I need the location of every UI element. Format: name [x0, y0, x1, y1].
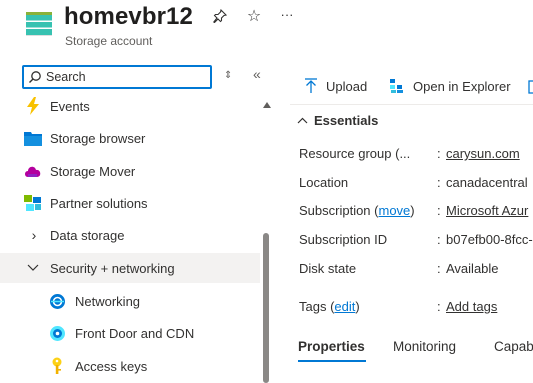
storage-account-icon — [26, 12, 52, 36]
partner-solutions-icon — [24, 194, 42, 212]
sidebar-item-label: Access keys — [75, 358, 148, 374]
sidebar-item-networking[interactable]: Networking — [0, 286, 260, 316]
sidebar-item-storage-mover[interactable]: Storage Mover — [0, 156, 260, 186]
essentials-key: Subscription (move) — [299, 203, 415, 218]
add-tags-link[interactable]: Add tags — [446, 299, 497, 314]
sidebar-item-label: Networking — [75, 293, 141, 309]
tab-properties[interactable]: Properties — [298, 339, 365, 354]
favorite-button[interactable]: ☆ — [244, 6, 264, 26]
edit-tags-link[interactable]: edit — [334, 299, 355, 314]
sidebar-item-label: Data storage — [50, 227, 125, 243]
essentials-row-disk-state: Disk state : Available — [299, 261, 533, 281]
location-value: canadacentral — [446, 175, 528, 190]
upload-icon — [305, 78, 317, 93]
subscription-link[interactable]: Microsoft Azur — [446, 203, 528, 218]
essentials-key: Tags (edit) — [299, 299, 360, 314]
collapse-sidebar-button[interactable]: « — [253, 66, 261, 82]
star-icon: ☆ — [246, 8, 262, 25]
subscription-key-suffix: ) — [410, 203, 415, 218]
essentials-row-location: Location : canadacentral — [299, 175, 533, 195]
sidebar-item-label: Storage Mover — [50, 163, 136, 179]
pin-icon — [213, 9, 227, 23]
networking-icon — [48, 292, 66, 310]
search-input[interactable]: Search — [22, 65, 212, 89]
sort-toggle-button[interactable]: ⇕ — [224, 67, 232, 81]
colon: : — [437, 146, 441, 161]
upload-label: Upload — [326, 78, 368, 94]
lightning-icon — [24, 97, 42, 115]
storage-explorer-icon — [390, 79, 403, 93]
disk-state-value: Available — [446, 261, 499, 276]
up-down-icon: ⇕ — [224, 70, 233, 81]
search-placeholder: Search — [46, 70, 86, 84]
upload-button[interactable]: Upload — [304, 78, 367, 94]
chevron-right-icon: › — [31, 227, 37, 243]
search-icon — [29, 71, 41, 83]
active-tab-indicator — [298, 360, 366, 362]
colon: : — [437, 175, 441, 190]
chevron-up-icon — [297, 117, 308, 124]
essentials-row-subscription-id: Subscription ID : b07efb00-8fcc- — [299, 232, 533, 252]
essentials-key: Location — [299, 175, 349, 190]
more-button[interactable]: ··· — [277, 4, 297, 24]
key-icon — [48, 357, 66, 375]
essentials-key: Resource group (... — [299, 146, 411, 161]
sidebar-item-label: Front Door and CDN — [75, 325, 195, 341]
page-title: homevbr12 — [64, 3, 193, 30]
colon: : — [437, 299, 441, 314]
subscription-key-text: Subscription ( — [299, 203, 379, 218]
resource-header: homevbr12 Storage account ☆ ··· — [0, 0, 533, 58]
colon: : — [437, 203, 441, 218]
colon: : — [437, 261, 441, 276]
sidebar-item-label: Storage browser — [50, 130, 146, 146]
page-subtitle: Storage account — [65, 34, 153, 48]
sidebar-item-partner-solutions[interactable]: Partner solutions — [0, 188, 260, 218]
toolbar-overflow-icon[interactable] — [528, 80, 533, 94]
sidebar-scrollbar[interactable] — [263, 233, 269, 383]
scroll-up-button[interactable] — [263, 102, 271, 108]
sidebar-item-label: Partner solutions — [50, 195, 148, 211]
colon: : — [437, 232, 441, 247]
sidebar-item-front-door[interactable]: Front Door and CDN — [0, 318, 260, 348]
essentials-row-subscription: Subscription (move) : Microsoft Azur — [299, 203, 533, 223]
sidebar-item-label: Events — [50, 98, 90, 114]
essentials-heading: Essentials — [314, 113, 379, 128]
tags-key-text: Tags ( — [299, 299, 335, 314]
open-in-explorer-button[interactable]: Open in Explorer — [389, 78, 511, 94]
subscription-id-value: b07efb00-8fcc- — [446, 232, 533, 247]
sidebar-item-storage-browser[interactable]: Storage browser — [0, 123, 260, 153]
tab-monitoring[interactable]: Monitoring — [393, 339, 456, 354]
essentials-row-resource-group: Resource group (... : carysun.com — [299, 146, 533, 166]
sidebar-item-data-storage[interactable]: › Data storage — [0, 220, 260, 250]
sidebar-item-events[interactable]: Events — [0, 91, 260, 121]
resource-group-link[interactable]: carysun.com — [446, 146, 520, 161]
pin-button[interactable] — [210, 6, 230, 26]
move-subscription-link[interactable]: move — [378, 203, 410, 218]
sidebar-item-access-keys[interactable]: Access keys — [0, 351, 260, 381]
toolbar-divider — [290, 104, 533, 105]
chevron-down-icon — [24, 259, 42, 277]
double-chevron-left-icon: « — [253, 66, 261, 82]
tags-key-suffix: ) — [355, 299, 360, 314]
open-in-explorer-label: Open in Explorer — [413, 78, 511, 94]
essentials-row-tags: Tags (edit) : Add tags — [299, 299, 533, 319]
essentials-key: Disk state — [299, 261, 357, 276]
essentials-toggle[interactable]: Essentials — [297, 113, 378, 128]
cloud-icon — [24, 162, 42, 180]
tab-capabilities[interactable]: Capab — [494, 339, 533, 354]
essentials-key: Subscription ID — [299, 232, 388, 247]
sidebar-item-security-networking[interactable]: Security + networking — [0, 253, 260, 283]
sidebar-item-label: Security + networking — [50, 260, 175, 276]
front-door-icon — [48, 324, 66, 342]
more-icon: ··· — [280, 6, 294, 22]
storage-browser-icon — [24, 129, 42, 147]
